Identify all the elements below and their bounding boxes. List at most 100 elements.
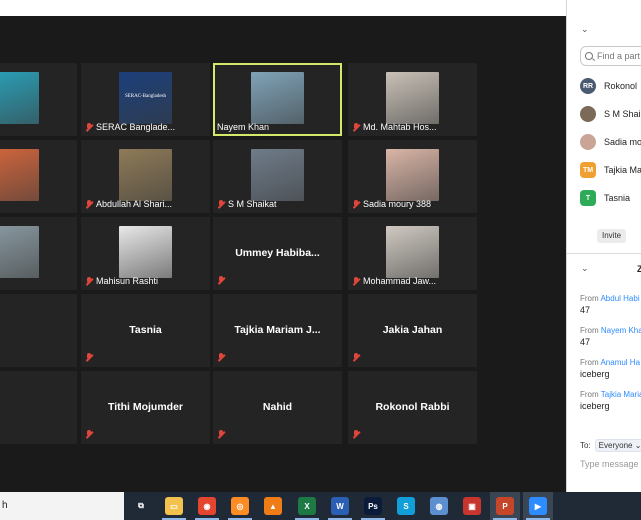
participant-video-thumbnail xyxy=(386,72,439,124)
participant-list-name: S M Shail xyxy=(604,109,641,119)
chat-text: iceberg xyxy=(580,401,610,411)
participant-name-label: Nayem Khan xyxy=(217,122,269,132)
firefox-icon[interactable]: ◎ xyxy=(228,497,252,520)
participant-list-item[interactable]: RR Rokonol xyxy=(580,72,641,100)
app-red-icon[interactable]: ▣ xyxy=(463,497,481,515)
chat-sender-line: From Nayem Kha xyxy=(580,326,641,335)
participant-video-thumbnail: SERAC-Bangladesh xyxy=(119,72,172,124)
participant-name: S M Shaikat xyxy=(228,199,277,209)
windows-taskbar: h ⧉ ▭ ◉ ◎ ▲ X W Ps S ◍ ▣ P ▶ xyxy=(0,492,641,520)
mic-muted-icon xyxy=(352,276,360,286)
participant-name: SERAC Banglade... xyxy=(96,122,176,132)
mic-muted-icon xyxy=(85,122,93,132)
participant-tile[interactable]: ul Haque(... xyxy=(0,371,77,444)
avatar: TM xyxy=(580,162,596,178)
participant-tile[interactable]: Tasnia xyxy=(81,294,210,367)
browser-globe-icon[interactable]: ◍ xyxy=(430,497,448,515)
participant-video-thumbnail xyxy=(0,226,39,278)
participant-tile[interactable]: Rokonol Rabbi xyxy=(348,371,477,444)
participant-tile[interactable]: Tithi Mojumder xyxy=(81,371,210,444)
participant-name-label: Abdullah Al Shari... xyxy=(85,199,172,209)
chat-from-label: From xyxy=(580,326,599,335)
participant-video-thumbnail xyxy=(119,149,172,201)
side-panel: ⌄ Find a part RR Rokonol S M Shail Sadia mo… xyxy=(566,0,641,492)
mic-muted-icon xyxy=(217,430,225,439)
participant-name: Mahisun Rashti xyxy=(96,276,159,286)
participant-name: Tithi Mojumder xyxy=(107,401,184,413)
vlc-icon[interactable]: ▲ xyxy=(264,497,282,515)
invite-button[interactable]: Invite xyxy=(597,229,627,243)
participant-tile[interactable]: Nahid xyxy=(213,371,342,444)
participant-tile[interactable]: Md. Mahtab Hos... xyxy=(348,63,477,136)
participant-name: Mohammad Jaw... xyxy=(363,276,437,286)
participant-name-label: SERAC Banglade... xyxy=(85,122,175,132)
powerpoint-icon[interactable]: P xyxy=(493,497,517,520)
participant-name-label: Mohammad Jaw... xyxy=(352,276,436,286)
mic-muted-icon xyxy=(217,276,225,285)
excel-icon[interactable]: X xyxy=(295,497,319,520)
participant-tile[interactable]: umar B... xyxy=(0,140,77,213)
avatar xyxy=(580,134,596,150)
participant-tile[interactable]: Tajkia Mariam J... xyxy=(213,294,342,367)
participant-tile[interactable]: Abdullah Al Shari... xyxy=(81,140,210,213)
chat-from-label: From xyxy=(580,390,599,399)
mic-muted-icon xyxy=(352,122,360,132)
word-icon[interactable]: W xyxy=(328,497,352,520)
recipient-select[interactable]: Everyone ⌄ xyxy=(594,439,641,452)
taskbar-search-box[interactable]: h xyxy=(0,492,124,520)
chat-sender[interactable]: Tajkia Maria xyxy=(601,390,641,399)
chat-sender[interactable]: Abdul Habi xyxy=(600,294,639,303)
mic-muted-icon xyxy=(217,199,225,209)
chat-sender[interactable]: Nayem Kha xyxy=(601,326,641,335)
participant-tile[interactable]: S M Shaikat xyxy=(213,140,342,213)
video-gallery: oib SERAC-Bangladesh SERAC Banglade... Naye… xyxy=(0,16,566,492)
participant-tile[interactable]: oib xyxy=(0,63,77,136)
chat-sender[interactable]: Anamul Ha xyxy=(600,358,640,367)
participant-list-item[interactable]: Sadia mo xyxy=(580,128,641,156)
chat-text: 47 xyxy=(580,305,591,315)
skype-icon[interactable]: S xyxy=(397,497,415,515)
participant-list-item[interactable]: T Tasnia xyxy=(580,184,641,212)
chat-text: 47 xyxy=(580,337,591,347)
search-icon xyxy=(585,52,593,60)
participant-tile[interactable]: nul Has... xyxy=(0,217,77,290)
chat-messages: From Abdul Habi 47 From Nayem Kha 47 From An… xyxy=(580,294,641,422)
participant-name: Jakia Jahan xyxy=(382,324,443,336)
participant-list-item[interactable]: TM Tajkia Ma xyxy=(580,156,641,184)
avatar: T xyxy=(580,190,596,206)
file-explorer-icon[interactable]: ▭ xyxy=(162,497,186,520)
participant-search-input[interactable]: Find a part xyxy=(580,46,641,66)
participant-tile[interactable]: Mahisun Rashti xyxy=(81,217,210,290)
participant-tile[interactable]: Jakia Jahan xyxy=(348,294,477,367)
chat-message-input[interactable]: Type message h xyxy=(580,459,641,469)
mic-muted-icon xyxy=(85,199,93,209)
participant-list-name: Sadia mo xyxy=(604,137,641,147)
photoshop-icon[interactable]: Ps xyxy=(361,497,385,520)
participant-name-label: Sadia moury 388 xyxy=(352,199,431,209)
avatar xyxy=(580,106,596,122)
participant-tile[interactable]: Sadia moury 388 xyxy=(348,140,477,213)
avatar: RR xyxy=(580,78,596,94)
chat-message: From Tajkia Maria iceberg xyxy=(580,390,641,411)
zoom-icon[interactable]: ▶ xyxy=(526,497,550,520)
participant-name: Sadia moury 388 xyxy=(363,199,432,209)
participant-video-thumbnail xyxy=(0,72,39,124)
participant-name: Abdullah Al Shari... xyxy=(96,199,173,209)
participant-tile[interactable]: SERAC-Bangladesh SERAC Banglade... xyxy=(81,63,210,136)
participant-tile[interactable]: Mohammad Jaw... xyxy=(348,217,477,290)
participant-tile[interactable]: Ummey Habiba... xyxy=(213,217,342,290)
chat-collapse-icon[interactable]: ⌄ xyxy=(581,263,589,274)
serac-logo-text: SERAC-Bangladesh xyxy=(124,94,167,99)
to-label: To: xyxy=(580,441,591,450)
participant-name: Tasnia xyxy=(129,324,162,336)
participant-tile[interactable]: a Ahmed xyxy=(0,294,77,367)
participant-name: Nayem Khan xyxy=(217,122,270,132)
task-view-icon[interactable]: ⧉ xyxy=(132,497,150,515)
participant-tile[interactable]: Nayem Khan xyxy=(213,63,342,136)
chrome-icon[interactable]: ◉ xyxy=(195,497,219,520)
chat-recipient: To: Everyone ⌄ xyxy=(580,439,641,452)
participant-list: RR Rokonol S M Shail Sadia mo TM Tajkia Ma T Ta… xyxy=(580,72,641,212)
participant-list-name: Rokonol xyxy=(604,81,638,91)
participants-collapse-icon[interactable]: ⌄ xyxy=(581,24,589,35)
participant-list-item[interactable]: S M Shail xyxy=(580,100,641,128)
